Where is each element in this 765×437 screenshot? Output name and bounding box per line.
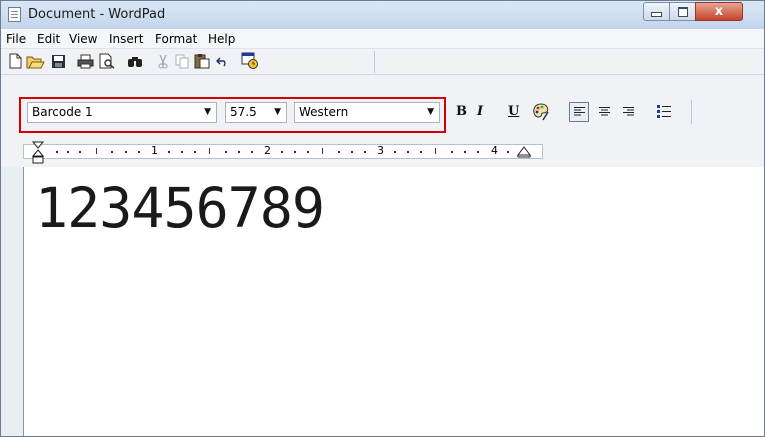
close-button[interactable]: x xyxy=(695,2,743,21)
toolbar-end-separator xyxy=(374,51,375,73)
paste-icon[interactable] xyxy=(194,53,210,69)
underline-button[interactable]: U xyxy=(508,104,519,120)
save-disk-icon[interactable] xyxy=(51,54,66,69)
minimize-icon xyxy=(651,12,662,17)
ruler-tick xyxy=(322,148,323,154)
align-right-icon[interactable] xyxy=(623,107,634,116)
menu-insert[interactable]: Insert xyxy=(109,32,143,46)
italic-button[interactable]: I xyxy=(477,104,483,120)
wordpad-window: Document - WordPad x File Edit View Inse… xyxy=(0,0,765,437)
cut-scissors-icon[interactable] xyxy=(157,54,169,69)
ruler-tick xyxy=(209,148,210,154)
bold-button[interactable]: B xyxy=(456,104,467,120)
copy-icon[interactable] xyxy=(175,54,190,69)
window-title: Document - WordPad xyxy=(28,7,166,22)
menu-bar: File Edit View Insert Format Help xyxy=(1,29,764,49)
print-preview-icon[interactable] xyxy=(99,53,115,69)
color-palette-icon[interactable] xyxy=(532,102,550,121)
undo-icon[interactable] xyxy=(216,56,230,67)
menu-view[interactable]: View xyxy=(69,32,97,46)
menu-help[interactable]: Help xyxy=(208,32,235,46)
indent-marker-icon[interactable] xyxy=(31,141,45,165)
close-icon: x xyxy=(714,4,724,19)
ruler-number: 4 xyxy=(491,144,498,157)
menu-file[interactable]: File xyxy=(6,32,26,46)
title-bar[interactable]: Document - WordPad x xyxy=(1,1,764,29)
wordpad-app-icon[interactable] xyxy=(8,7,21,22)
find-binoculars-icon[interactable] xyxy=(127,55,143,68)
date-time-icon[interactable] xyxy=(241,52,259,69)
ruler-tick xyxy=(96,148,97,154)
document-text[interactable]: 123456789 xyxy=(35,173,325,243)
maximize-button[interactable] xyxy=(669,2,696,21)
menu-edit[interactable]: Edit xyxy=(37,32,60,46)
ruler-number: 3 xyxy=(377,144,384,157)
align-center-icon[interactable] xyxy=(599,107,610,116)
maximize-icon xyxy=(677,6,688,17)
ruler-number: 1 xyxy=(151,144,158,157)
menu-format[interactable]: Format xyxy=(155,32,197,46)
format-bar-end-separator xyxy=(691,100,692,124)
open-folder-icon[interactable] xyxy=(26,54,45,69)
align-left-icon xyxy=(574,107,585,116)
ruler-tick xyxy=(435,148,436,154)
font-settings-highlight xyxy=(19,97,446,133)
right-indent-marker-icon[interactable] xyxy=(517,146,531,158)
ruler-number: 2 xyxy=(264,144,271,157)
standard-toolbar xyxy=(1,49,764,74)
new-document-icon[interactable] xyxy=(9,53,22,69)
minimize-button[interactable] xyxy=(643,2,670,21)
bullets-icon[interactable] xyxy=(657,105,671,118)
print-icon[interactable] xyxy=(77,54,94,69)
